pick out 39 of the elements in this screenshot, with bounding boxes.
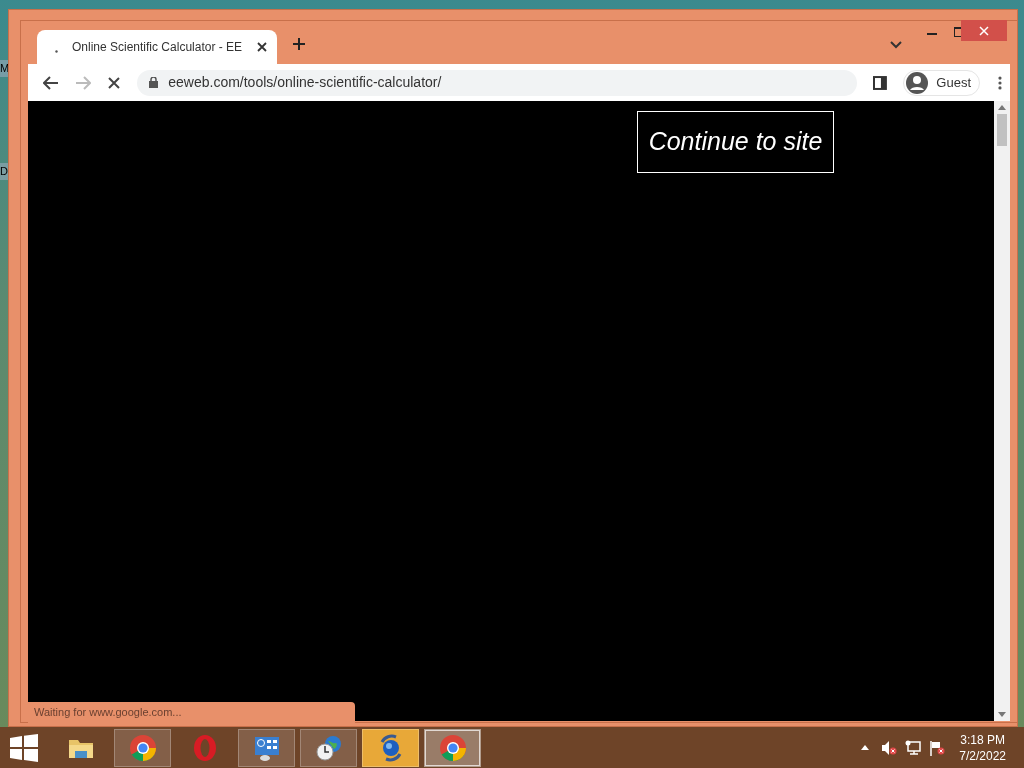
tab-title: Online Scientific Calculator - EE	[72, 39, 244, 56]
close-icon	[979, 25, 989, 36]
back-arrow-icon	[42, 75, 59, 90]
side-panel-icon[interactable]	[873, 75, 888, 90]
flag-icon[interactable]	[929, 739, 946, 756]
address-bar[interactable]: eeweb.com/tools/online-scientific-calculator/	[137, 69, 858, 96]
clock-date: 7/2/2022	[959, 747, 1006, 764]
taskbar-button[interactable]	[300, 728, 357, 767]
show-hidden-icons[interactable]	[861, 745, 870, 750]
scrollbar[interactable]	[994, 101, 1010, 721]
chrome-icon	[438, 733, 467, 762]
browser-tab[interactable]: Online Scientific Calculator - EE	[37, 30, 277, 64]
forward-arrow-icon	[74, 75, 91, 90]
windows-logo-icon[interactable]	[10, 733, 38, 762]
chevron-down-icon[interactable]	[890, 41, 902, 49]
clock-time: 3:18 PM	[960, 731, 1005, 748]
network-icon[interactable]	[905, 739, 922, 756]
stop-icon	[108, 76, 121, 89]
url-text: eeweb.com/tools/online-scientific-calculator/	[168, 73, 442, 92]
scroll-up-icon[interactable]	[998, 105, 1006, 110]
chrome-icon	[128, 733, 157, 762]
taskbar-button[interactable]	[114, 728, 171, 767]
avatar-icon	[906, 71, 929, 94]
close-tab-icon[interactable]	[257, 42, 267, 52]
clock[interactable]: 3:18 PM 7/2/2022	[959, 731, 1006, 764]
taskbar-button[interactable]	[362, 728, 419, 767]
continue-button[interactable]: Continue to site	[637, 111, 834, 173]
status-bubble: Waiting for www.google.com...	[28, 702, 355, 723]
muted-speaker-icon[interactable]	[881, 739, 898, 756]
lock-icon	[149, 77, 159, 88]
globe-clock-icon	[314, 733, 343, 762]
taskbar-button[interactable]	[424, 728, 481, 767]
loading-dot-icon	[55, 49, 58, 53]
plus-icon	[292, 37, 306, 51]
scroll-down-icon[interactable]	[998, 712, 1006, 717]
more-menu-icon[interactable]	[998, 75, 1002, 90]
desktop-icon-label: D	[0, 163, 8, 180]
taskbar-button[interactable]	[238, 728, 295, 767]
scroll-thumb[interactable]	[997, 114, 1007, 146]
